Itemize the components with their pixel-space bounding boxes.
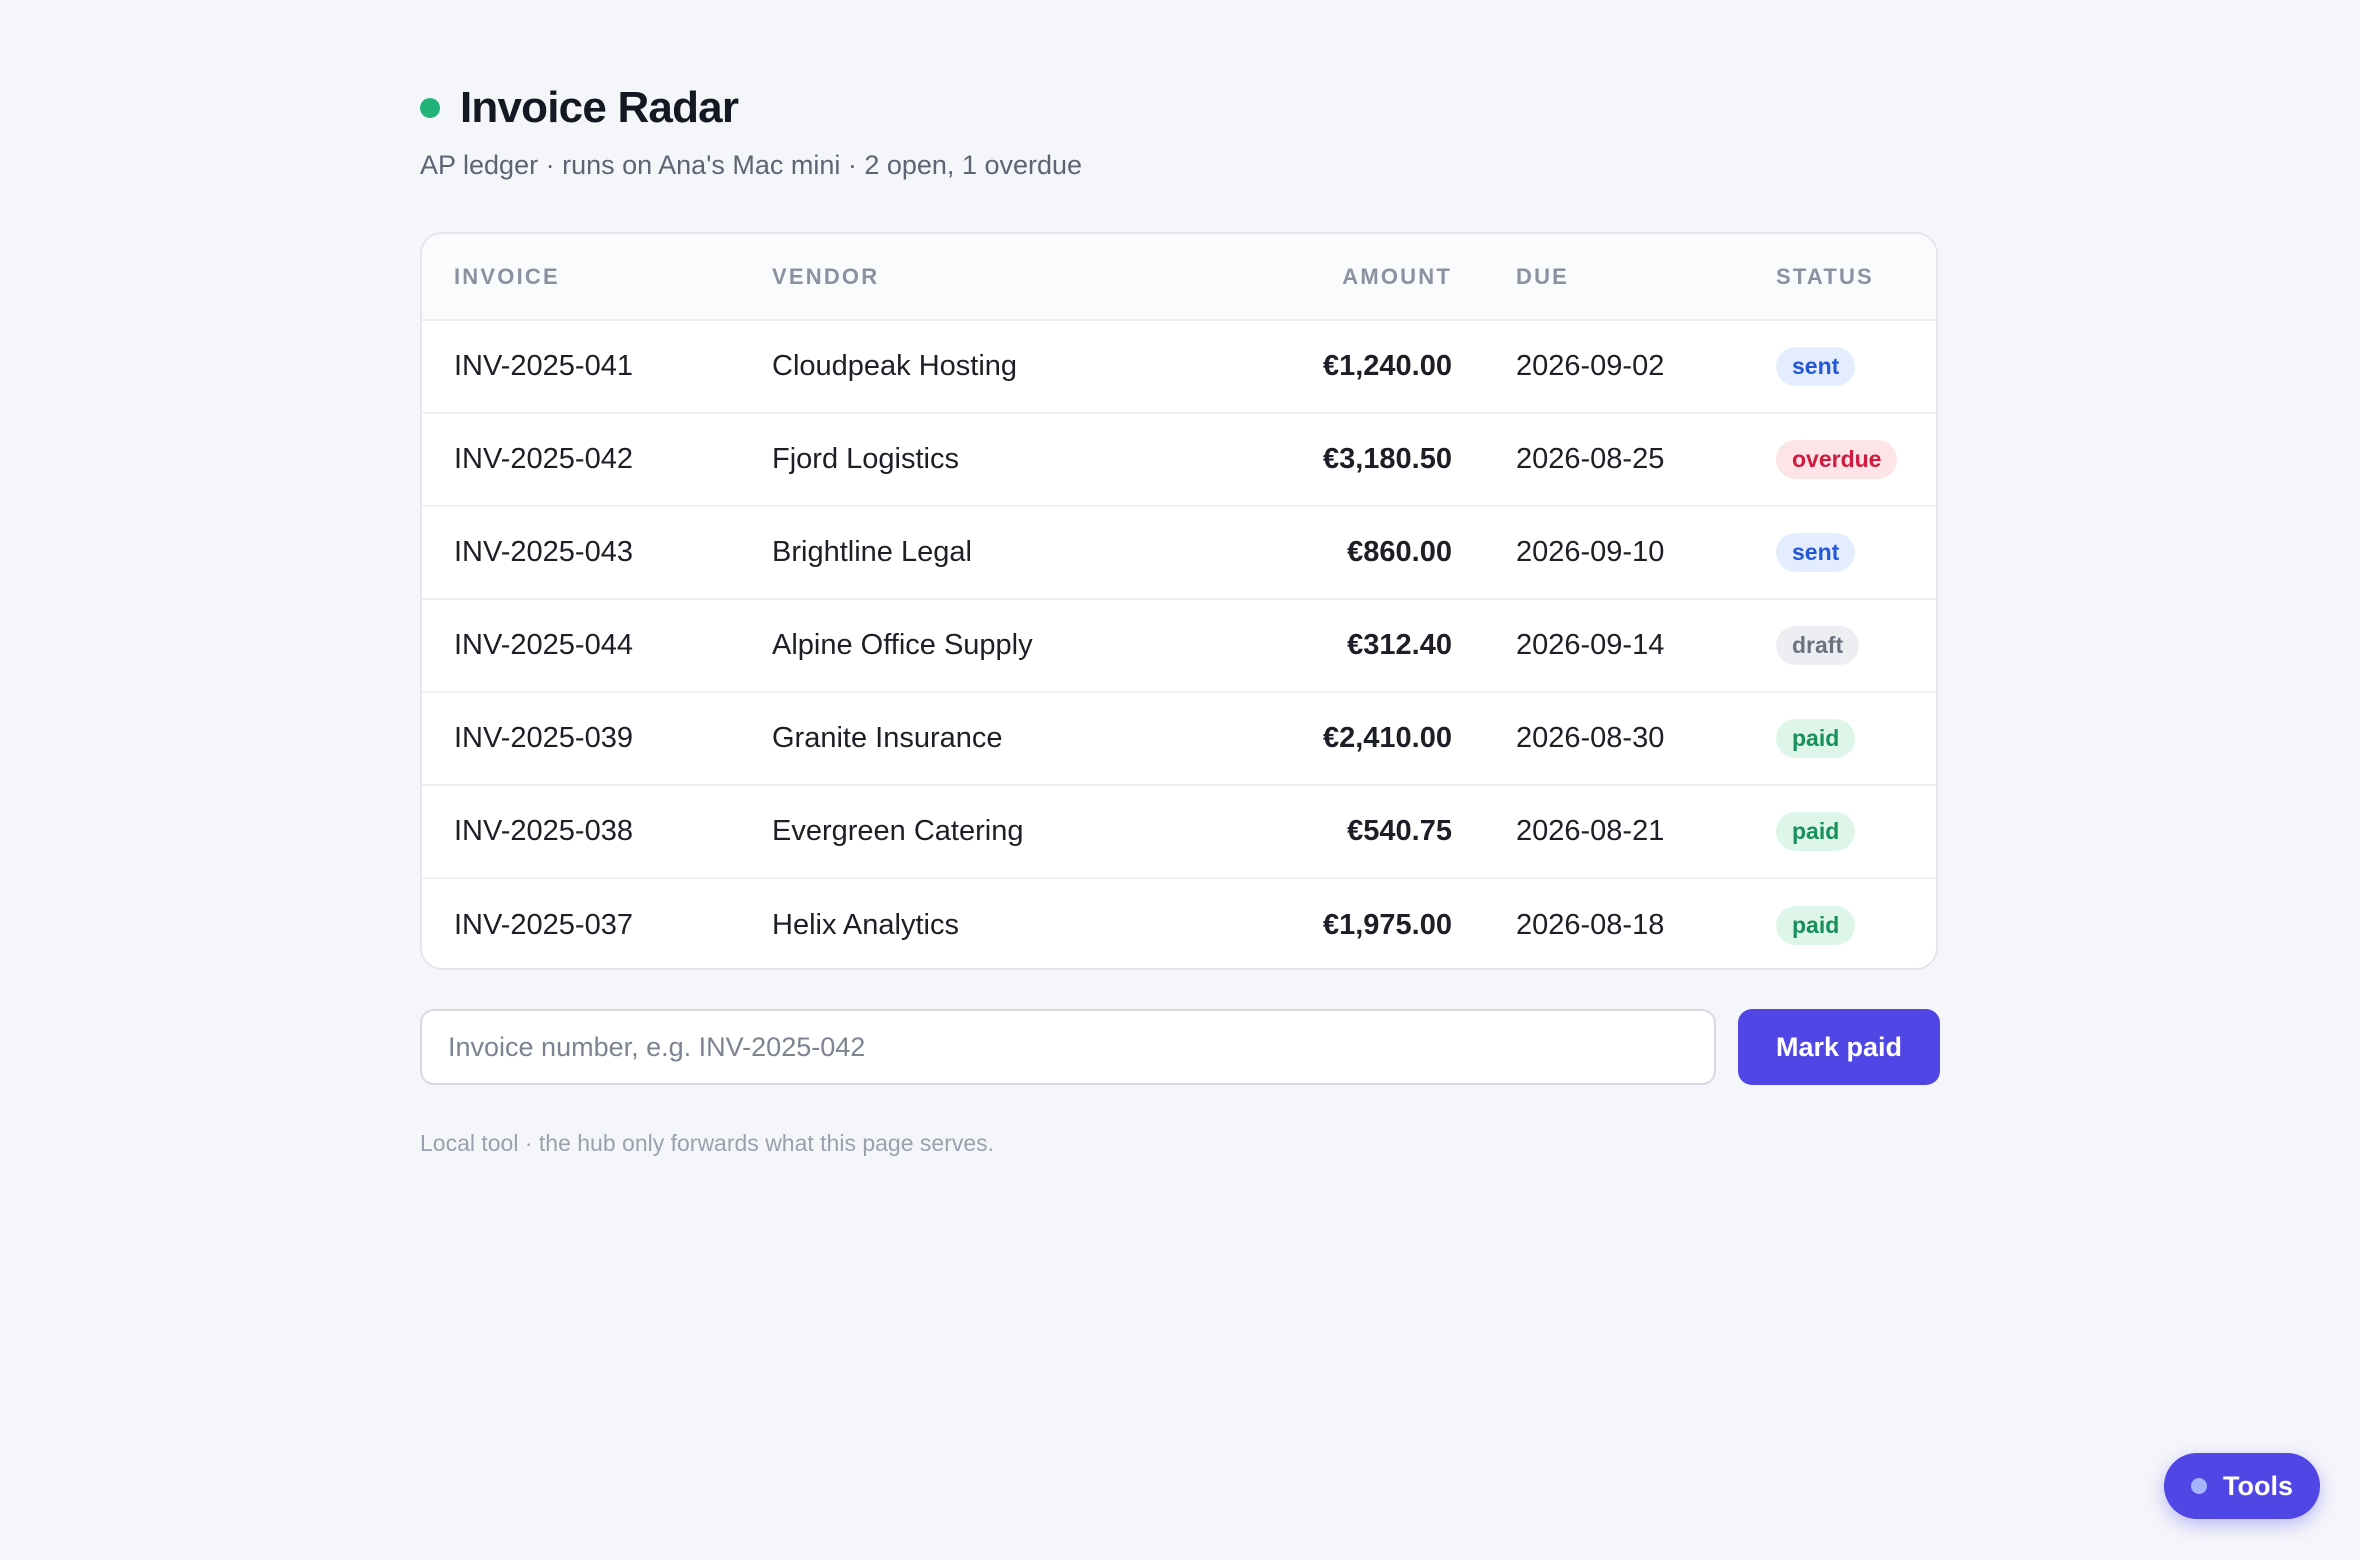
status-badge: paid: [1776, 905, 1856, 945]
column-header-due: DUE: [1452, 234, 1776, 321]
invoice-number-input[interactable]: [420, 1009, 1716, 1085]
invoice-number: INV-2025-038: [422, 784, 772, 878]
invoice-amount: €540.75: [1172, 784, 1452, 878]
invoice-amount: €1,240.00: [1322, 350, 1452, 382]
status-badge: sent: [1776, 347, 1856, 386]
footer-note: Local tool · the hub only forwards what …: [420, 1130, 995, 1156]
vendor-name: Granite Insurance: [772, 691, 1172, 785]
status-dot-icon: [420, 98, 440, 118]
invoice-number: INV-2025-041: [454, 350, 633, 382]
due-date: 2026-08-21: [1452, 784, 1776, 878]
due-date: 2026-09-10: [1452, 505, 1776, 599]
status-badge: paid: [1776, 719, 1856, 758]
vendor-name: Evergreen Catering: [772, 784, 1172, 878]
invoice-amount: €860.00: [1172, 505, 1452, 599]
column-header-invoice: INVOICE: [422, 234, 772, 321]
page-title: Invoice Radar: [460, 83, 739, 132]
due-date: 2026-09-14: [1452, 598, 1776, 692]
tools-button[interactable]: Tools: [2164, 1453, 2320, 1519]
table-row: INV-2025-041 Cloudpeak Hosting €1,240.00…: [422, 320, 1936, 413]
vendor-name: Brightline Legal: [772, 505, 1172, 599]
invoice-amount: €3,180.50: [1172, 412, 1452, 506]
status-badge: draft: [1776, 626, 1860, 665]
table-row: INV-2025-039 Granite Insurance €2,410.00…: [422, 691, 1936, 785]
mark-paid-form: Mark paid: [420, 1009, 1940, 1085]
vendor-name: Alpine Office Supply: [772, 598, 1172, 692]
invoice-amount: €1,975.00: [1172, 877, 1452, 968]
tools-button-label: Tools: [2223, 1470, 2293, 1501]
status-badge: paid: [1776, 812, 1856, 851]
table-row: INV-2025-038 Evergreen Catering €540.75 …: [422, 784, 1936, 878]
table-row: INV-2025-043 Brightline Legal €860.00 20…: [422, 505, 1936, 599]
invoice-number: INV-2025-044: [422, 598, 772, 692]
invoice-amount: €2,410.00: [1172, 691, 1452, 785]
due-date: 2026-08-30: [1452, 691, 1776, 785]
mark-paid-button[interactable]: Mark paid: [1738, 1009, 1940, 1085]
page-subtitle: AP ledger · runs on Ana's Mac mini · 2 o…: [420, 150, 1083, 180]
invoice-number: INV-2025-042: [422, 412, 772, 506]
column-header-vendor: VENDOR: [772, 234, 1172, 321]
invoice-table: INVOICE VENDOR AMOUNT DUE STATUS INV-202…: [422, 234, 1936, 968]
column-header-amount: AMOUNT: [1172, 234, 1452, 321]
status-badge: overdue: [1776, 440, 1898, 479]
table-row: INV-2025-042 Fjord Logistics €3,180.50 2…: [422, 412, 1936, 506]
due-date: 2026-08-25: [1452, 412, 1776, 506]
invoice-number: INV-2025-043: [422, 505, 772, 599]
table-row: INV-2025-044 Alpine Office Supply €312.4…: [422, 598, 1936, 692]
vendor-name: Fjord Logistics: [772, 412, 1172, 506]
due-date: 2026-09-02: [1516, 350, 1665, 382]
due-date: 2026-08-18: [1452, 877, 1776, 968]
vendor-name: Cloudpeak Hosting: [772, 350, 1018, 382]
table-header-row: INVOICE VENDOR AMOUNT DUE STATUS: [422, 234, 1936, 321]
vendor-name: Helix Analytics: [772, 877, 1172, 968]
table-row: INV-2025-037 Helix Analytics €1,975.00 2…: [422, 877, 1936, 968]
status-badge: sent: [1776, 533, 1856, 572]
invoice-table-card: INVOICE VENDOR AMOUNT DUE STATUS INV-202…: [420, 232, 1938, 970]
header: Invoice Radar: [420, 80, 739, 136]
invoice-number: INV-2025-037: [422, 877, 772, 968]
tools-dot-icon: [2191, 1478, 2207, 1494]
invoice-amount: €312.40: [1172, 598, 1452, 692]
column-header-status: STATUS: [1776, 234, 1936, 321]
invoice-number: INV-2025-039: [422, 691, 772, 785]
